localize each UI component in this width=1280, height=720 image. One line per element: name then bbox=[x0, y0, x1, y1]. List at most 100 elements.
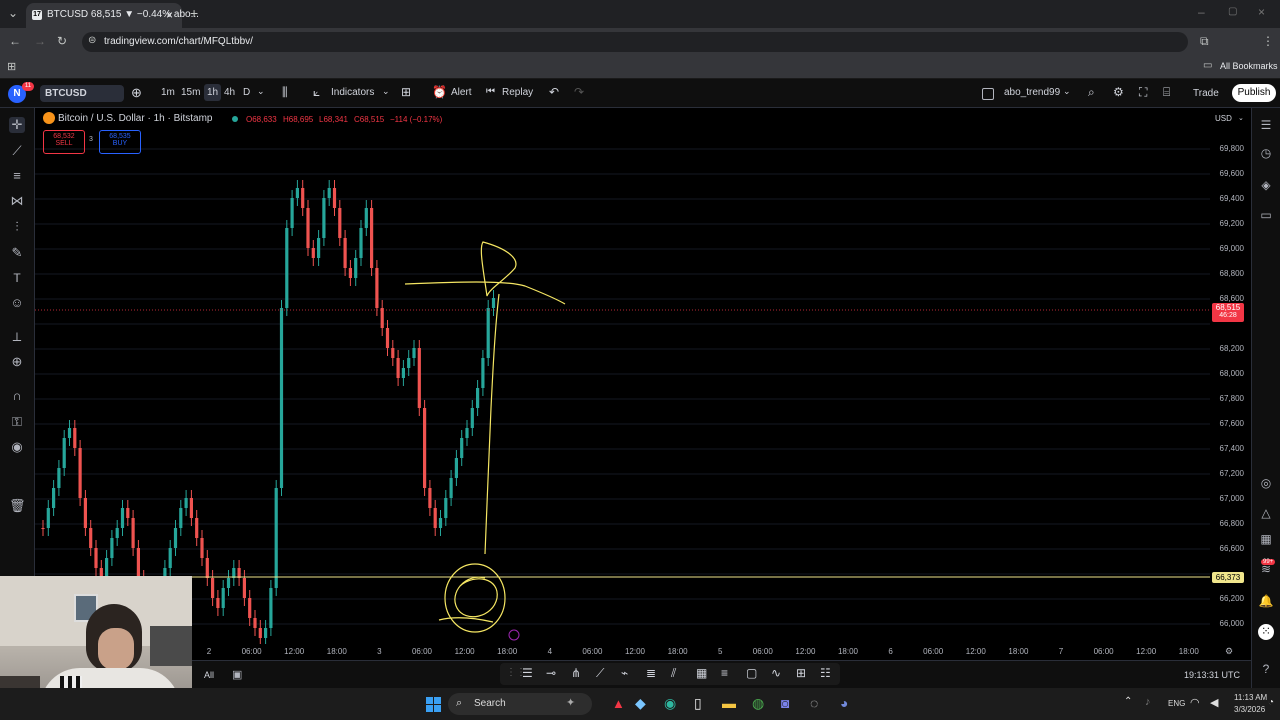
discord-icon[interactable]: ◕ bbox=[840, 695, 848, 711]
buy-button[interactable]: 68,535 BUY bbox=[99, 130, 141, 154]
trend-line-icon[interactable]: ⟋ bbox=[9, 143, 25, 159]
menu-dots-icon[interactable]: ⋮ bbox=[1262, 34, 1274, 48]
fullscreen-icon[interactable]: ⛶ bbox=[1139, 85, 1147, 100]
teams-icon[interactable]: ◙ bbox=[781, 695, 789, 711]
currency-selector[interactable]: USD bbox=[1215, 114, 1232, 123]
site-info-icon[interactable]: ⊜ bbox=[88, 35, 96, 46]
compare-add-icon[interactable]: ⊕ bbox=[131, 85, 142, 101]
taskbar-time[interactable]: 11:13 AM bbox=[1234, 693, 1267, 702]
drawn-triangle-top[interactable] bbox=[480, 241, 517, 297]
watchlist-icon[interactable]: ☰ bbox=[1258, 118, 1274, 134]
close-tab-icon[interactable]: × bbox=[166, 8, 173, 22]
calendar-icon[interactable]: ▦ bbox=[1258, 532, 1274, 548]
trash-icon[interactable]: 🗑 bbox=[9, 498, 26, 514]
app-icon-a[interactable]: ▲ bbox=[612, 696, 625, 711]
candlestick-chart[interactable] bbox=[35, 108, 1210, 644]
symbol-description[interactable]: Bitcoin / U.S. Dollar · 1h · Bitstamp bbox=[58, 113, 213, 124]
eye-icon[interactable]: ◉ bbox=[9, 439, 25, 455]
quick-search-icon[interactable]: ⌕ bbox=[1088, 85, 1095, 100]
taskbar-search[interactable]: ⌕ Search ✦ bbox=[448, 693, 592, 715]
sell-button[interactable]: 68,532 SELL bbox=[43, 130, 85, 154]
bell-icon[interactable]: 🔔 bbox=[1258, 594, 1274, 610]
more-tools-icon[interactable]: ☷ bbox=[820, 666, 831, 680]
horizontal-ray-icon[interactable]: ⊸ bbox=[546, 666, 556, 680]
copilot-icon[interactable]: ◆ bbox=[635, 695, 646, 712]
close-window-icon[interactable]: × bbox=[1258, 5, 1265, 19]
alert-button[interactable]: Alert bbox=[451, 87, 472, 98]
fib-retracement-icon[interactable]: ≡ bbox=[9, 168, 25, 184]
tab-search-icon[interactable]: ⌄ bbox=[8, 6, 18, 20]
snapshot-camera-icon[interactable]: ⌸ bbox=[1163, 85, 1170, 100]
layout-dropdown-icon[interactable]: ⌄ bbox=[1063, 86, 1071, 97]
edge-browser-icon[interactable]: ◉ bbox=[664, 695, 676, 712]
chrome-icon[interactable]: ◍ bbox=[752, 695, 764, 712]
publish-button[interactable]: Publish bbox=[1232, 84, 1276, 102]
price-axis[interactable]: USD ⌄ 69,800 69,600 69,400 69,200 69,000 68,8… bbox=[1210, 108, 1250, 644]
channel-icon[interactable]: ≣ bbox=[646, 666, 656, 680]
browser-tab[interactable]: 17 BTCUSD 68,515 ▼ −0.44% abo... × bbox=[26, 3, 199, 28]
layouts-grid-icon[interactable]: ⊞ bbox=[401, 85, 411, 99]
pitchfork-icon[interactable]: ⋔ bbox=[571, 666, 581, 680]
layout-name[interactable]: abo_trend99 bbox=[1004, 87, 1060, 98]
notification-bell-icon[interactable]: ◔ bbox=[1268, 697, 1274, 708]
interval-15m[interactable]: 15m bbox=[181, 87, 200, 98]
microphone-icon[interactable]: ♪ bbox=[1145, 696, 1151, 708]
symbol-search-box[interactable]: BTCUSD bbox=[40, 85, 124, 102]
notepad-icon[interactable]: ▯ bbox=[694, 695, 702, 712]
replay-button[interactable]: Replay bbox=[502, 87, 533, 98]
target-icon[interactable]: ◎ bbox=[1258, 476, 1274, 492]
minimize-icon[interactable]: – bbox=[1198, 5, 1205, 19]
undo-icon[interactable]: ↶ bbox=[549, 85, 559, 99]
settings-gear-icon[interactable]: ⚙ bbox=[1113, 85, 1124, 99]
brush-icon[interactable]: ✎ bbox=[9, 245, 25, 261]
grid-pattern-icon[interactable]: ⊞ bbox=[796, 666, 806, 680]
object-tree-icon[interactable]: ◈ bbox=[1258, 178, 1274, 194]
crosshair-cursor-icon[interactable]: ✛ bbox=[9, 117, 25, 133]
url-field[interactable]: ⊜ tradingview.com/chart/MFQLtbbv/ bbox=[82, 32, 1188, 52]
app-icon-2[interactable]: ◌ bbox=[810, 695, 818, 711]
zoom-in-icon[interactable]: ⊕ bbox=[9, 354, 25, 370]
layout-checkbox-icon[interactable] bbox=[982, 88, 994, 100]
taskbar-date[interactable]: 3/3/2026 bbox=[1234, 705, 1265, 714]
apps-grid-icon[interactable]: ⊞ bbox=[7, 60, 16, 73]
go-to-date-icon[interactable]: ▣ bbox=[232, 668, 242, 681]
parallel-channel-icon[interactable]: ⫽ bbox=[671, 666, 676, 681]
path-icon[interactable]: ⌁ bbox=[621, 666, 628, 680]
interval-dropdown-icon[interactable]: ⌄ bbox=[257, 86, 265, 97]
lock-icon[interactable]: ⚿ bbox=[9, 414, 25, 430]
redo-icon[interactable]: ↷ bbox=[574, 85, 584, 99]
chat-icon[interactable]: ▭ bbox=[1258, 208, 1274, 224]
utc-clock[interactable]: 19:13:31 UTC bbox=[1184, 670, 1240, 680]
emoji-icon[interactable]: ☺ bbox=[9, 295, 25, 311]
interval-1h[interactable]: 1h bbox=[204, 84, 222, 101]
windows-start-icon[interactable] bbox=[426, 697, 441, 712]
patterns-icon[interactable]: ⋈ bbox=[9, 193, 25, 209]
replay-marker-icon[interactable] bbox=[508, 629, 520, 641]
wave-icon[interactable]: ∿ bbox=[771, 666, 781, 680]
dots-grid-icon[interactable]: ⁙ bbox=[1258, 624, 1274, 640]
prediction-tools-icon[interactable]: ⫶ bbox=[9, 219, 25, 235]
tray-overflow-icon[interactable]: ⌃ bbox=[1124, 696, 1132, 707]
trade-button[interactable]: Trade bbox=[1188, 84, 1224, 102]
magnet-icon[interactable]: ∩ bbox=[9, 388, 25, 404]
new-tab-icon[interactable]: + bbox=[190, 5, 198, 21]
extensions-icon[interactable]: ⧉ bbox=[1200, 34, 1209, 49]
language-indicator[interactable]: ENG bbox=[1168, 699, 1185, 708]
rectangle-icon[interactable]: ▢ bbox=[746, 666, 757, 680]
time-axis[interactable]: 2 06:00 12:00 18:00 3 06:00 12:00 18:00 4 06:00 12… bbox=[35, 644, 1251, 660]
indicators-button[interactable]: Indicators bbox=[331, 87, 374, 98]
currency-dropdown-icon[interactable]: ⌄ bbox=[1238, 114, 1244, 122]
ruler-icon[interactable]: ⟂ bbox=[9, 329, 25, 345]
wifi-icon[interactable]: ◠ bbox=[1190, 696, 1200, 709]
volume-icon[interactable]: ◀ bbox=[1210, 696, 1218, 709]
lines-tool-icon[interactable]: ☰ bbox=[522, 666, 533, 680]
candles-chart-type-icon[interactable]: ⫼ bbox=[282, 85, 288, 100]
gann-box-icon[interactable]: ▦ bbox=[696, 666, 707, 680]
all-bookmarks-link[interactable]: All Bookmarks bbox=[1220, 61, 1278, 71]
help-icon[interactable]: ? bbox=[1258, 662, 1274, 678]
fib-channel-icon[interactable]: ≡ bbox=[721, 666, 728, 680]
ideas-icon[interactable]: △ bbox=[1258, 506, 1274, 522]
forward-icon[interactable]: → bbox=[34, 34, 46, 48]
indicators-dropdown-icon[interactable]: ⌄ bbox=[382, 86, 390, 97]
back-icon[interactable]: ← bbox=[9, 34, 21, 48]
